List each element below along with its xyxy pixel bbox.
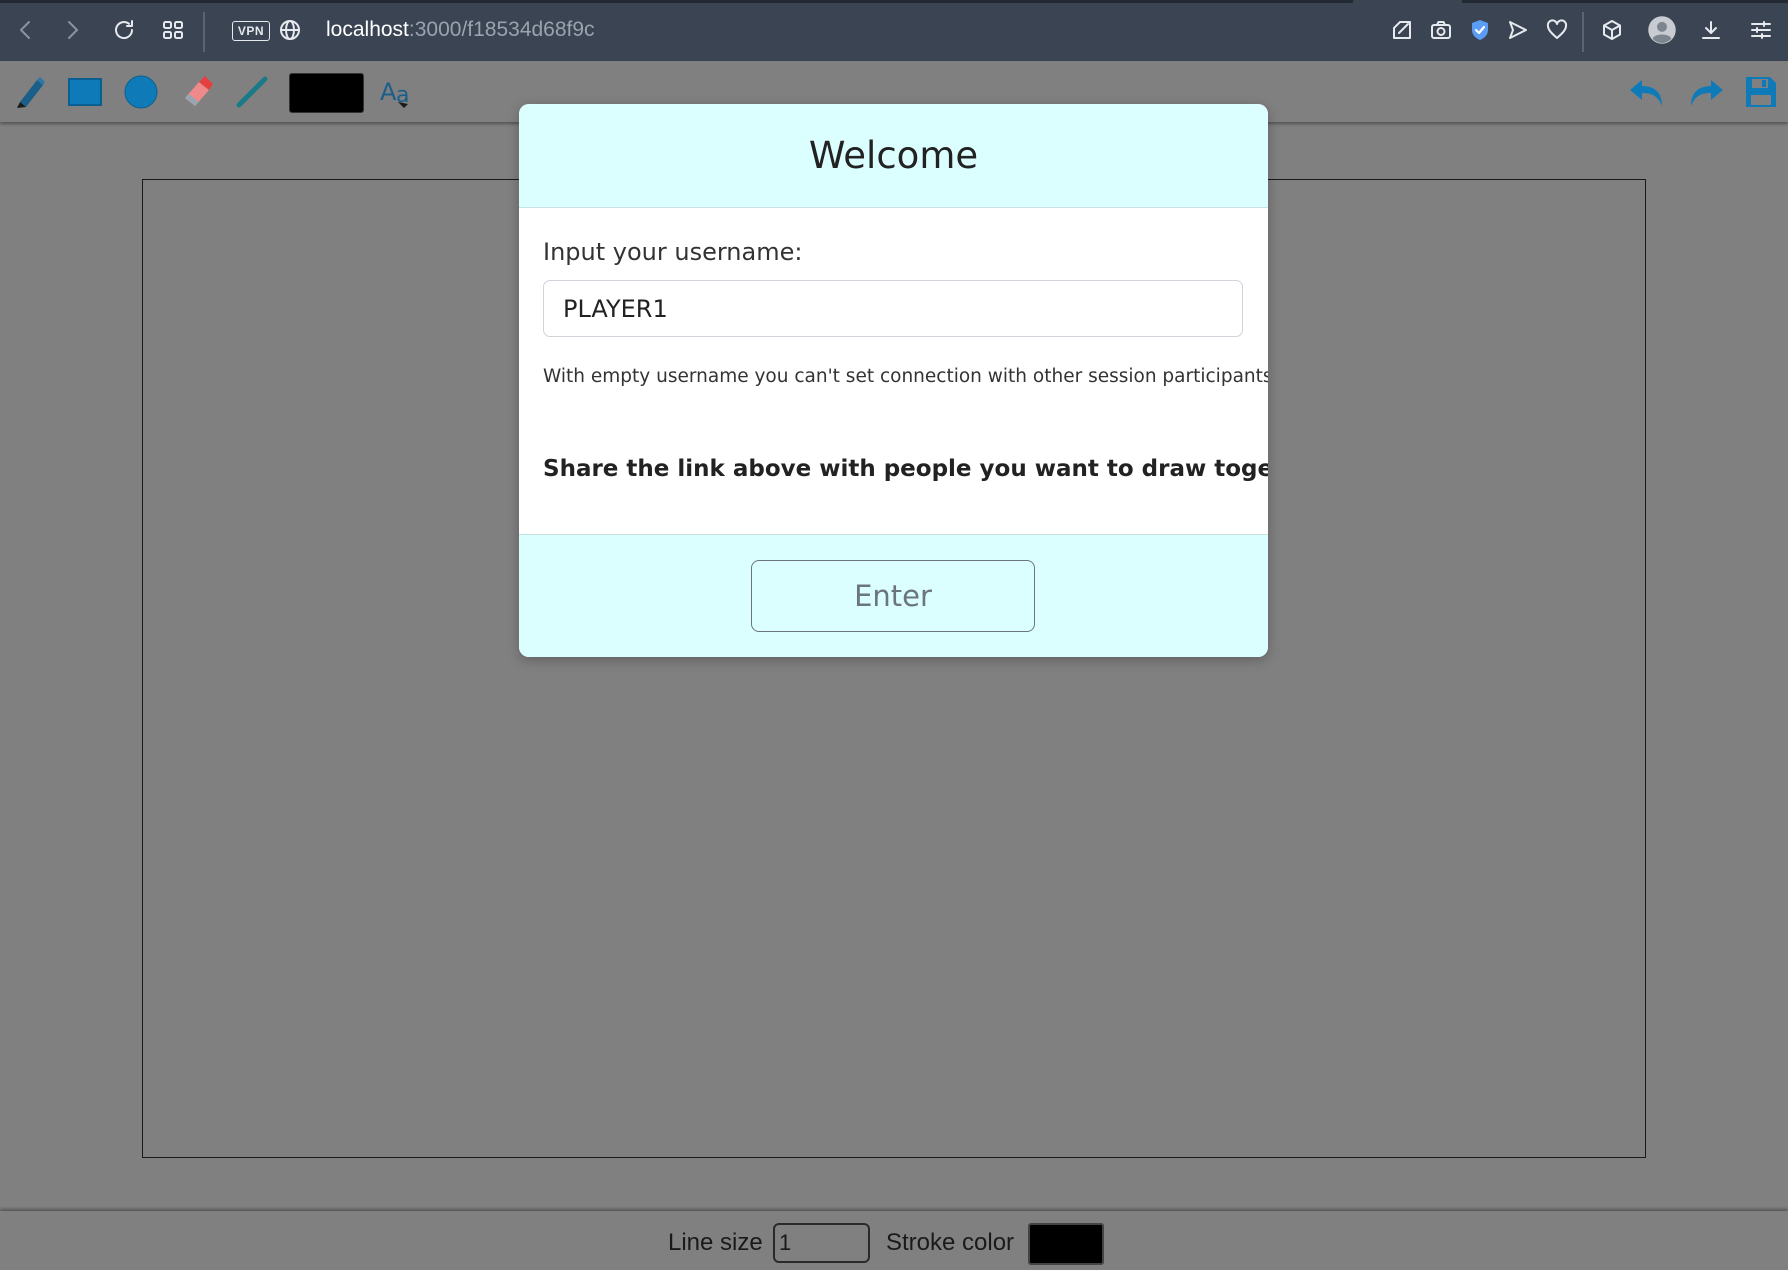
- send-icon[interactable]: [1502, 14, 1534, 46]
- vpn-badge[interactable]: VPN: [232, 21, 270, 41]
- profile-avatar-icon[interactable]: [1646, 14, 1678, 46]
- username-label: Input your username:: [543, 238, 803, 266]
- cube-icon[interactable]: [1596, 14, 1628, 46]
- circle-icon[interactable]: [120, 71, 162, 113]
- svg-text:A: A: [380, 78, 397, 106]
- bottom-settings-bar: Line size Stroke color: [0, 1211, 1788, 1270]
- back-icon[interactable]: [10, 14, 42, 46]
- heart-icon[interactable]: [1541, 14, 1573, 46]
- url-host: localhost: [326, 18, 409, 41]
- forward-icon[interactable]: [56, 14, 88, 46]
- tabs-grid-icon[interactable]: [157, 14, 189, 46]
- line-size-input[interactable]: [773, 1223, 870, 1263]
- undo-icon[interactable]: [1627, 71, 1669, 113]
- save-icon[interactable]: [1740, 71, 1782, 113]
- enter-button[interactable]: Enter: [751, 560, 1035, 632]
- rectangle-icon[interactable]: [64, 71, 106, 113]
- shield-icon[interactable]: [1464, 14, 1496, 46]
- username-hint: With empty username you can't set connec…: [543, 366, 1268, 387]
- toolbar-divider: [1582, 12, 1584, 52]
- camera-icon[interactable]: [1425, 14, 1457, 46]
- color-picker-swatch[interactable]: [289, 73, 364, 113]
- settings-sliders-icon[interactable]: [1745, 14, 1777, 46]
- url-path: :3000/f18534d68f9c: [408, 18, 595, 41]
- toolbar-divider: [203, 12, 205, 52]
- globe-icon[interactable]: [274, 14, 306, 46]
- stroke-color-label: Stroke color: [886, 1229, 1015, 1256]
- stroke-color-swatch[interactable]: [1028, 1223, 1104, 1265]
- download-icon[interactable]: [1695, 14, 1727, 46]
- redo-icon[interactable]: [1684, 71, 1726, 113]
- text-icon[interactable]: Aa: [379, 71, 421, 113]
- modal-footer: Enter: [519, 534, 1268, 657]
- browser-toolbar: VPN localhost:3000/f18534d68f9c: [0, 0, 1788, 61]
- modal-header: Welcome: [519, 104, 1268, 208]
- page-load-indicator-end: [1462, 0, 1788, 3]
- edit-share-icon[interactable]: [1386, 14, 1418, 46]
- username-input[interactable]: [543, 280, 1243, 337]
- eraser-icon[interactable]: [176, 71, 218, 113]
- page-load-indicator: [0, 0, 1353, 3]
- share-instructions: Share the link above with people you wan…: [543, 456, 1268, 482]
- address-bar[interactable]: localhost:3000/f18534d68f9c: [326, 18, 595, 42]
- modal-title: Welcome: [808, 134, 979, 177]
- line-size-label: Line size: [668, 1229, 763, 1256]
- pencil-icon[interactable]: [9, 71, 51, 113]
- reload-icon[interactable]: [108, 14, 140, 46]
- line-icon[interactable]: [231, 71, 273, 113]
- welcome-modal: Welcome Input your username: With empty …: [519, 104, 1268, 657]
